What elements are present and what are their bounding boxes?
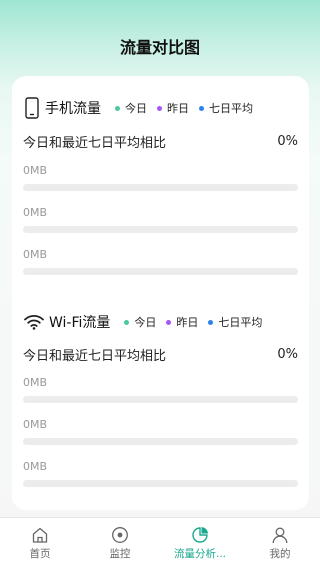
- legend-dot: [157, 105, 162, 111]
- legend-today: 今日: [115, 100, 147, 116]
- legend-seven-day-avg: 七日平均: [199, 100, 253, 116]
- tab-traffic-analysis[interactable]: 流量分析...: [160, 518, 240, 568]
- tab-profile-label: 我的: [269, 548, 291, 560]
- legend-today: 今日: [124, 314, 156, 330]
- legend-yesterday: 昨日: [166, 314, 198, 330]
- tab-monitor-label: 监控: [109, 548, 131, 560]
- mobile-yesterday-bar: [23, 226, 298, 233]
- wifi-today-value: 0MB: [23, 376, 48, 389]
- legend-dot: [115, 105, 120, 111]
- bottom-tab-bar: 首页 监控 流量分析... 我的: [0, 517, 320, 568]
- tab-home-label: 首页: [29, 548, 51, 560]
- mobile-compare-row: 今日和最近七日平均相比 0%: [23, 132, 298, 151]
- mobile-legend: 今日 昨日 七日平均: [115, 100, 263, 116]
- legend-yesterday: 昨日: [157, 100, 189, 116]
- mobile-avg-bar: [23, 268, 298, 275]
- monitor-icon: [111, 526, 129, 544]
- mobile-compare-value: 0%: [277, 133, 298, 149]
- mobile-section-title: 手机流量: [45, 101, 101, 117]
- tab-monitor[interactable]: 监控: [80, 518, 160, 568]
- legend-dot: [199, 105, 204, 111]
- tab-profile[interactable]: 我的: [240, 518, 320, 568]
- wifi-yesterday-value: 0MB: [23, 418, 48, 431]
- wifi-yesterday-bar: [23, 438, 298, 445]
- phone-icon: [23, 97, 41, 119]
- wifi-today-bar: [23, 396, 298, 403]
- mobile-compare-label: 今日和最近七日平均相比: [23, 135, 167, 151]
- page-title: 流量对比图: [119, 38, 200, 57]
- tab-home[interactable]: 首页: [0, 518, 80, 568]
- mobile-today-bar: [23, 184, 298, 191]
- user-icon: [271, 526, 289, 544]
- wifi-section-title: Wi-Fi流量: [49, 315, 111, 331]
- mobile-today-value: 0MB: [23, 164, 48, 177]
- home-icon: [31, 526, 49, 544]
- mobile-avg-value: 0MB: [23, 248, 48, 261]
- wifi-avg-bar: [23, 480, 298, 487]
- legend-dot: [208, 319, 214, 325]
- mobile-yesterday-value: 0MB: [23, 206, 48, 219]
- header: 流量对比图: [0, 0, 320, 76]
- wifi-compare-value: 0%: [277, 346, 298, 362]
- wifi-avg-value: 0MB: [23, 460, 48, 473]
- traffic-card: 手机流量 今日 昨日 七日平均 今日和最近七日平均相比 0% 0MB 0MB 0…: [12, 76, 309, 510]
- wifi-legend: 今日 昨日 七日平均: [124, 314, 262, 330]
- legend-dot: [166, 319, 172, 325]
- tab-traffic-analysis-label: 流量分析...: [173, 548, 226, 560]
- wifi-section-header: Wi-Fi流量 今日 昨日 七日平均: [23, 310, 262, 334]
- wifi-compare-label: 今日和最近七日平均相比: [23, 348, 167, 364]
- legend-seven-day-avg: 七日平均: [208, 314, 262, 330]
- legend-dot: [124, 319, 130, 325]
- wifi-icon: [23, 311, 45, 333]
- pie-chart-icon: [191, 526, 209, 544]
- wifi-compare-row: 今日和最近七日平均相比 0%: [23, 345, 298, 364]
- mobile-section-header: 手机流量 今日 昨日 七日平均: [23, 96, 263, 120]
